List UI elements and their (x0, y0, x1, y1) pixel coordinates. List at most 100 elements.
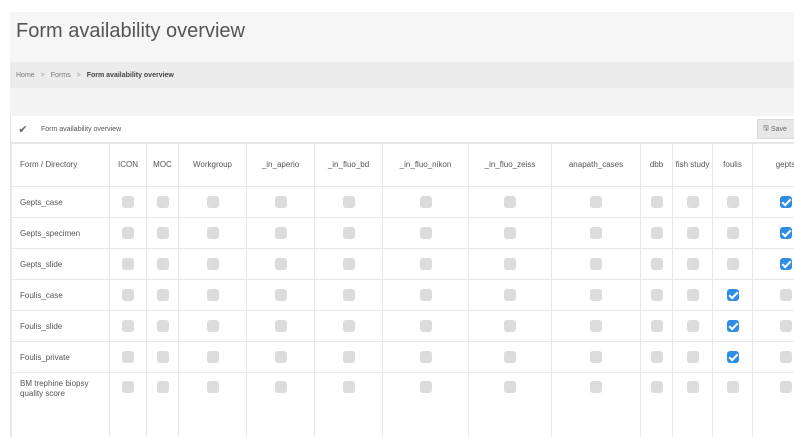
checkbox-unchecked[interactable] (504, 351, 516, 363)
checkbox-unchecked[interactable] (206, 196, 219, 208)
checkbox-unchecked[interactable] (274, 258, 287, 270)
availability-cell (109, 217, 147, 249)
checkbox-unchecked[interactable] (419, 320, 432, 332)
checkbox-unchecked[interactable] (686, 227, 699, 239)
checkbox-unchecked[interactable] (504, 258, 516, 270)
checkbox-unchecked[interactable] (590, 196, 602, 208)
checkbox-unchecked[interactable] (342, 381, 355, 393)
checkbox-unchecked[interactable] (504, 381, 516, 393)
checkbox-unchecked[interactable] (274, 381, 287, 393)
checkbox-unchecked[interactable] (419, 381, 432, 393)
checkbox-unchecked[interactable] (779, 289, 792, 301)
checkbox-unchecked[interactable] (419, 227, 432, 239)
breadcrumb-home[interactable]: Home (16, 72, 35, 79)
availability-cell (640, 217, 673, 249)
checkbox-unchecked[interactable] (156, 258, 169, 270)
checkbox-unchecked[interactable] (156, 320, 169, 332)
checkbox-unchecked[interactable] (779, 320, 792, 332)
checkbox-unchecked[interactable] (122, 320, 134, 332)
checkbox-unchecked[interactable] (650, 289, 663, 301)
checkbox-unchecked[interactable] (156, 196, 169, 208)
checkbox-unchecked[interactable] (650, 258, 663, 270)
checkbox-checked[interactable] (779, 258, 792, 270)
checkbox-unchecked[interactable] (342, 196, 355, 208)
checkbox-unchecked[interactable] (650, 320, 663, 332)
checkbox-unchecked[interactable] (419, 289, 432, 301)
checkbox-unchecked[interactable] (206, 320, 219, 332)
checkbox-unchecked[interactable] (590, 320, 602, 332)
checkbox-checked[interactable] (726, 320, 739, 332)
checkbox-unchecked[interactable] (274, 320, 287, 332)
availability-cell (640, 279, 673, 311)
checkbox-unchecked[interactable] (686, 196, 699, 208)
checkbox-unchecked[interactable] (590, 289, 602, 301)
checkbox-unchecked[interactable] (206, 258, 219, 270)
checkbox-unchecked[interactable] (590, 227, 602, 239)
checkbox-unchecked[interactable] (686, 320, 699, 332)
checkbox-unchecked[interactable] (274, 227, 287, 239)
checkbox-unchecked[interactable] (156, 289, 169, 301)
checkbox-unchecked[interactable] (650, 351, 663, 363)
checkbox-unchecked[interactable] (686, 258, 699, 270)
checkbox-checked[interactable] (726, 351, 739, 363)
checkbox-unchecked[interactable] (206, 351, 219, 363)
checkbox-unchecked[interactable] (590, 351, 602, 363)
checkbox-unchecked[interactable] (156, 227, 169, 239)
checkbox-unchecked[interactable] (274, 196, 287, 208)
checkbox-unchecked[interactable] (274, 351, 287, 363)
checkbox-unchecked[interactable] (650, 227, 663, 239)
checkbox-unchecked[interactable] (206, 381, 219, 393)
checkbox-unchecked[interactable] (156, 381, 169, 393)
availability-cell (382, 310, 469, 342)
column-header-workgroup: Workgroup (178, 143, 247, 187)
checkbox-unchecked[interactable] (206, 227, 219, 239)
checkbox-unchecked[interactable] (504, 320, 516, 332)
availability-cell (752, 310, 794, 342)
breadcrumb-forms[interactable]: Forms (51, 72, 71, 79)
checkbox-unchecked[interactable] (779, 381, 792, 393)
checkbox-unchecked[interactable] (342, 320, 355, 332)
checkbox-unchecked[interactable] (122, 196, 134, 208)
checkbox-unchecked[interactable] (726, 227, 739, 239)
checkbox-unchecked[interactable] (122, 381, 134, 393)
checkbox-unchecked[interactable] (650, 196, 663, 208)
checkbox-unchecked[interactable] (726, 258, 739, 270)
checkbox-unchecked[interactable] (590, 381, 602, 393)
check-icon[interactable]: ✔ (11, 123, 35, 136)
checkbox-unchecked[interactable] (342, 227, 355, 239)
checkbox-unchecked[interactable] (726, 381, 739, 393)
availability-cell (314, 248, 383, 280)
checkbox-unchecked[interactable] (419, 258, 432, 270)
save-button[interactable]: 🖫 Save (757, 119, 794, 139)
checkbox-unchecked[interactable] (686, 351, 699, 363)
checkbox-unchecked[interactable] (122, 227, 134, 239)
availability-cell (178, 310, 247, 342)
checkbox-unchecked[interactable] (686, 381, 699, 393)
checkbox-unchecked[interactable] (419, 351, 432, 363)
checkbox-unchecked[interactable] (504, 196, 516, 208)
checkbox-unchecked[interactable] (342, 289, 355, 301)
row-form-name: Foulis_private (11, 341, 110, 373)
checkbox-unchecked[interactable] (650, 381, 663, 393)
checkbox-unchecked[interactable] (504, 227, 516, 239)
checkbox-checked[interactable] (779, 227, 792, 239)
checkbox-unchecked[interactable] (122, 258, 134, 270)
checkbox-unchecked[interactable] (686, 289, 699, 301)
checkbox-unchecked[interactable] (504, 289, 516, 301)
checkbox-checked[interactable] (726, 289, 739, 301)
availability-table: Form / Directory ICON MOC Workgroup _in_aper… (11, 143, 794, 437)
checkbox-unchecked[interactable] (419, 196, 432, 208)
checkbox-unchecked[interactable] (156, 351, 169, 363)
checkbox-unchecked[interactable] (122, 351, 134, 363)
availability-cell (551, 217, 641, 249)
checkbox-unchecked[interactable] (206, 289, 219, 301)
checkbox-unchecked[interactable] (342, 258, 355, 270)
checkbox-unchecked[interactable] (274, 289, 287, 301)
column-header-gepts: gepts (752, 143, 794, 187)
checkbox-unchecked[interactable] (590, 258, 602, 270)
checkbox-unchecked[interactable] (726, 196, 739, 208)
checkbox-unchecked[interactable] (122, 289, 134, 301)
checkbox-checked[interactable] (779, 196, 792, 208)
checkbox-unchecked[interactable] (779, 351, 792, 363)
checkbox-unchecked[interactable] (342, 351, 355, 363)
